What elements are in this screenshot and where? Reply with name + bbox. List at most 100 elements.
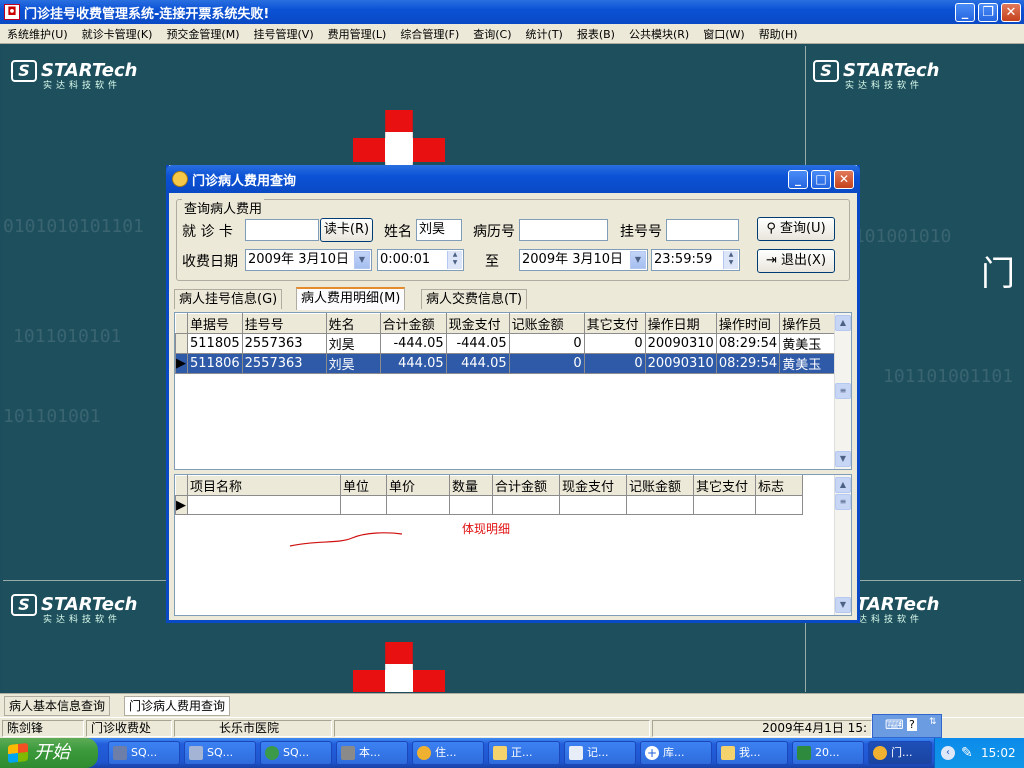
- taskbar-item-sql-3[interactable]: SQ...: [260, 741, 332, 765]
- cell-bill-no[interactable]: 511806: [187, 353, 243, 374]
- cell-total[interactable]: 444.05: [379, 353, 447, 374]
- col-header[interactable]: 单据号: [187, 313, 243, 334]
- scroll-up-icon[interactable]: ▲: [835, 315, 851, 331]
- keyboard-icon[interactable]: ⌨: [885, 718, 904, 733]
- taskbar-item-notepad[interactable]: 记...: [564, 741, 636, 765]
- col-header[interactable]: 姓名: [325, 313, 381, 334]
- time-to-input[interactable]: 23:59:59 ▲ ▼: [651, 249, 740, 271]
- cell-date[interactable]: 20090310: [644, 333, 717, 354]
- chevron-down-icon[interactable]: ▼: [354, 251, 370, 269]
- window-tab-fee-query[interactable]: 门诊病人费用查询: [124, 696, 231, 716]
- col-header[interactable]: 合计金额: [492, 475, 560, 496]
- tab-fee-detail[interactable]: 病人费用明细(M): [296, 287, 406, 310]
- table-row[interactable]: ▶: [175, 495, 803, 515]
- spinner-icon[interactable]: ▲ ▼: [447, 251, 462, 269]
- taskbar-item-stock[interactable]: + 库...: [640, 741, 712, 765]
- taskbar-item-my[interactable]: 我...: [716, 741, 788, 765]
- taskbar-item-local[interactable]: 本...: [336, 741, 408, 765]
- col-header[interactable]: 单位: [340, 475, 387, 496]
- cell-reg-no[interactable]: 2557363: [241, 333, 327, 354]
- read-card-button[interactable]: 读卡(R): [320, 218, 373, 242]
- chevron-down-icon[interactable]: ▼: [630, 251, 646, 269]
- taskbar-item-folder[interactable]: 正...: [488, 741, 560, 765]
- upper-grid-scrollbar[interactable]: ▲ ≡ ▼: [834, 313, 851, 469]
- scroll-down-icon[interactable]: ▼: [835, 451, 851, 467]
- cell-time[interactable]: 08:29:54: [715, 353, 781, 374]
- menu-window[interactable]: 窗口(W): [696, 26, 751, 42]
- table-row[interactable]: 511805 2557363 刘昊 -444.05 -444.05 0 0 20…: [175, 333, 837, 354]
- tab-register-info[interactable]: 病人挂号信息(G): [174, 289, 283, 309]
- menu-card[interactable]: 就诊卡管理(K): [75, 26, 160, 42]
- restore-button[interactable]: ❐: [978, 3, 998, 22]
- cell-date[interactable]: 20090310: [644, 353, 717, 374]
- tray-expand-icon[interactable]: ‹: [941, 746, 955, 760]
- menu-query[interactable]: 查询(C): [466, 26, 518, 42]
- reg-input[interactable]: [666, 219, 739, 241]
- col-header[interactable]: 数量: [449, 475, 493, 496]
- col-header[interactable]: 其它支付: [583, 313, 646, 334]
- minimize-button[interactable]: _: [955, 3, 975, 22]
- close-button[interactable]: ✕: [1001, 3, 1021, 22]
- col-header[interactable]: 记账金额: [508, 313, 585, 334]
- dialog-minimize-button[interactable]: _: [788, 170, 808, 189]
- menu-register[interactable]: 挂号管理(V): [247, 26, 321, 42]
- col-header[interactable]: 操作时间: [715, 313, 781, 334]
- dialog-maximize-button[interactable]: □: [811, 170, 831, 189]
- menu-report[interactable]: 报表(B): [570, 26, 622, 42]
- clock[interactable]: 15:02: [981, 738, 1016, 768]
- cell-other[interactable]: 0: [583, 333, 646, 354]
- cell-other[interactable]: 0: [583, 353, 646, 374]
- date-from-select[interactable]: 2009年 3月10日 ▼: [245, 249, 372, 271]
- name-input[interactable]: 刘昊: [416, 219, 462, 241]
- col-header[interactable]: 项目名称: [187, 475, 341, 496]
- taskbar-item-sql-1[interactable]: SQ...: [108, 741, 180, 765]
- tray-pen-icon[interactable]: ✎: [961, 738, 973, 768]
- tab-payment-info[interactable]: 病人交费信息(T): [421, 289, 528, 309]
- dialog-close-button[interactable]: ✕: [834, 170, 854, 189]
- scroll-up-icon[interactable]: ▲: [835, 477, 851, 493]
- col-header[interactable]: 标志: [755, 475, 803, 496]
- col-header[interactable]: 挂号号: [241, 313, 327, 334]
- cell-time[interactable]: 08:29:54: [715, 333, 781, 354]
- cell-name[interactable]: 刘昊: [325, 333, 381, 354]
- menu-help[interactable]: 帮助(H): [752, 26, 805, 42]
- cell-cash[interactable]: -444.05: [445, 333, 510, 354]
- lower-grid-scrollbar[interactable]: ▲ ≡ ▼: [834, 475, 851, 615]
- col-header[interactable]: 单价: [386, 475, 450, 496]
- taskbar-item-excel[interactable]: 20...: [792, 741, 864, 765]
- cell-cash[interactable]: 444.05: [445, 353, 510, 374]
- col-header[interactable]: 其它支付: [693, 475, 756, 496]
- date-to-select[interactable]: 2009年 3月10日 ▼: [519, 249, 648, 271]
- query-button[interactable]: ⚲ 查询(U): [757, 217, 835, 241]
- col-header[interactable]: 记账金额: [626, 475, 694, 496]
- col-header[interactable]: 现金支付: [445, 313, 510, 334]
- menu-common[interactable]: 公共模块(R): [622, 26, 696, 42]
- cell-operator[interactable]: 黄美玉: [779, 353, 837, 374]
- menu-fee[interactable]: 费用管理(L): [321, 26, 394, 42]
- menu-deposit[interactable]: 预交金管理(M): [159, 26, 246, 42]
- cell-name[interactable]: 刘昊: [325, 353, 381, 374]
- cell-bill-no[interactable]: 511805: [187, 333, 243, 354]
- taskbar-item-clinic[interactable]: 门...: [868, 741, 932, 765]
- window-tab-patient-info[interactable]: 病人基本信息查询: [4, 696, 111, 716]
- menu-system[interactable]: 系统维护(U): [0, 26, 75, 42]
- taskbar-item-sql-2[interactable]: SQ...: [184, 741, 256, 765]
- cell-account[interactable]: 0: [508, 333, 585, 354]
- scroll-thumb[interactable]: ≡: [835, 383, 851, 399]
- cell-operator[interactable]: 黄美玉: [779, 333, 837, 354]
- ime-arrows-icon[interactable]: ⇅: [929, 717, 937, 727]
- exit-button[interactable]: ⇥ 退出(X): [757, 249, 835, 273]
- menu-stats[interactable]: 统计(T): [519, 26, 570, 42]
- spinner-icon[interactable]: ▲ ▼: [723, 251, 738, 269]
- table-row-selected[interactable]: ▶ 511806 2557363 刘昊 444.05 444.05 0 0 20…: [175, 353, 837, 374]
- record-input[interactable]: [519, 219, 608, 241]
- taskbar-item-inpatient[interactable]: 住...: [412, 741, 484, 765]
- menu-general[interactable]: 综合管理(F): [393, 26, 466, 42]
- cell-reg-no[interactable]: 2557363: [241, 353, 327, 374]
- col-header[interactable]: 操作员: [779, 313, 837, 334]
- ime-toolbar[interactable]: ⌨ ? ⇅: [872, 714, 942, 738]
- help-icon[interactable]: ?: [907, 718, 917, 731]
- col-header[interactable]: 合计金额: [379, 313, 447, 334]
- scroll-down-icon[interactable]: ▼: [835, 597, 851, 613]
- col-header[interactable]: 操作日期: [644, 313, 717, 334]
